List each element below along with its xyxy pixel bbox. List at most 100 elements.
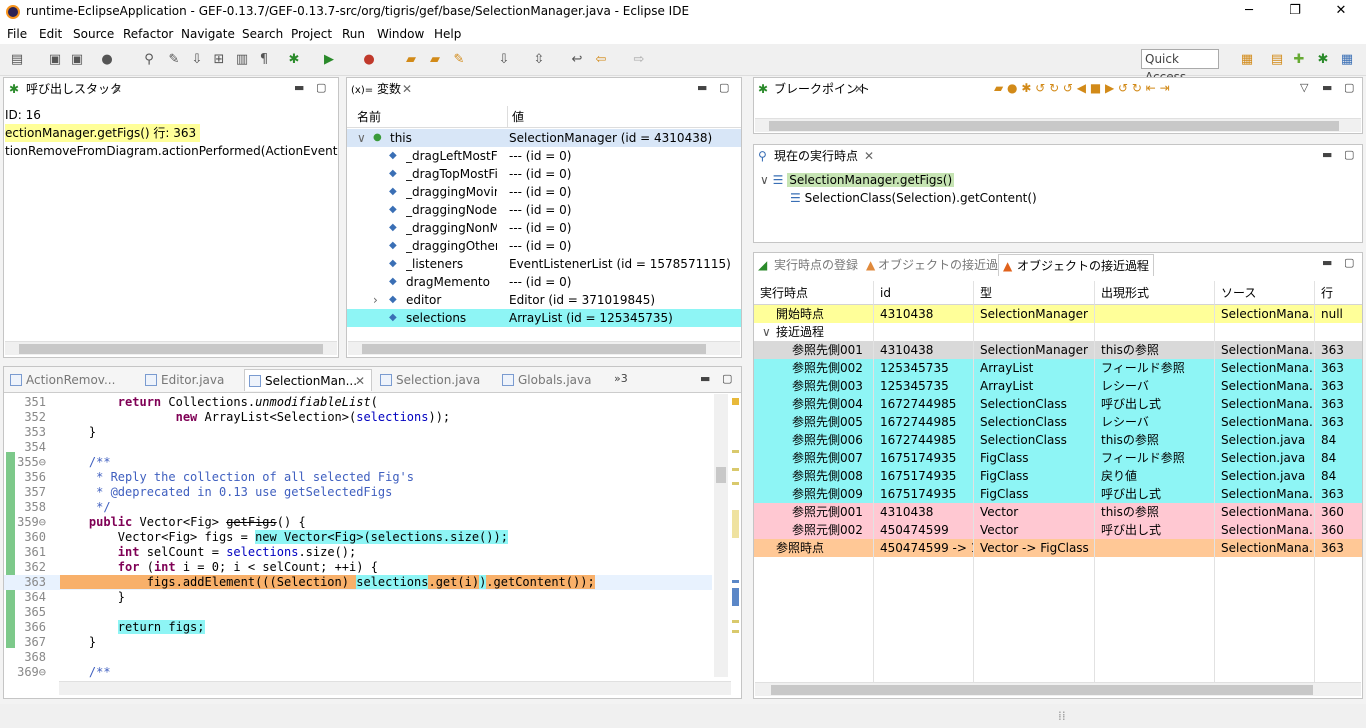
close-tab-icon[interactable]: ✕ [1135, 255, 1145, 277]
col-exec-point[interactable]: 実行時点 [754, 281, 874, 305]
open-type-icon[interactable]: ✎ [450, 51, 468, 69]
maximize-button[interactable]: ❐ [1272, 0, 1318, 24]
tab-object-approach-1[interactable]: ▲ オブジェクトの接近過程 [864, 254, 1010, 276]
run-icon[interactable]: ▶ [320, 51, 338, 69]
maximize-view-icon[interactable]: ▢ [316, 81, 326, 94]
close-tab-icon[interactable]: ✕ [854, 78, 864, 100]
quick-access-input[interactable]: Quick Access [1141, 49, 1219, 84]
menu-file[interactable]: File [7, 25, 27, 43]
table-row[interactable]: 参照先側003 125345735 ArrayList レシーバ SelectionMa… [754, 377, 1362, 395]
java-perspective-icon[interactable]: ▤ [1268, 51, 1286, 69]
table-row[interactable]: 参照先側006 1672744985 SelectionClass thisの参照 Se… [754, 431, 1362, 449]
perspective-icon[interactable]: ● [98, 51, 116, 69]
prev-edit-icon[interactable]: ⇳ [530, 51, 548, 69]
horizontal-scrollbar[interactable] [348, 341, 740, 355]
code-line[interactable]: 353 } [4, 425, 712, 440]
vertical-scrollbar[interactable] [714, 394, 728, 677]
next-annotation-icon[interactable]: ⇩ [188, 51, 206, 69]
editor-tab[interactable]: ActionRemov... [6, 369, 115, 391]
save-all-icon[interactable]: ▣ [68, 51, 86, 69]
col-form[interactable]: 出現形式 [1095, 281, 1215, 305]
tab-register-point[interactable]: ◢ 実行時点の登録 [754, 254, 858, 276]
table-row[interactable]: 参照先側001 4310438 SelectionManager thisの参照 Sel… [754, 341, 1362, 359]
variable-row[interactable]: › ◆ editor Editor (id = 371019845) [347, 291, 741, 309]
close-tab-icon[interactable]: ✕ [355, 370, 365, 392]
variable-row[interactable]: ◆ _draggingMovingI --- (id = 0) [347, 183, 741, 201]
code-line[interactable]: 354 [4, 440, 712, 455]
code-line[interactable]: 351 return Collections.unmodifiableList( [4, 395, 712, 410]
maximize-view-icon[interactable]: ▢ [1344, 81, 1354, 94]
code-line[interactable]: 369⊖ /** [4, 665, 712, 680]
maximize-view-icon[interactable]: ▢ [719, 81, 729, 94]
code-line[interactable]: 368 [4, 650, 712, 665]
callstack-row[interactable]: ectionManager.getFigs() 行: 363 [5, 124, 201, 142]
code-line[interactable]: 365 [4, 605, 712, 620]
edit-icon[interactable]: ✎ [165, 51, 183, 69]
variables-tab[interactable]: (x)= 変数 ✕ [347, 78, 419, 100]
table-row[interactable]: 参照先側005 1672744985 SelectionClass レシーバ Selec… [754, 413, 1362, 431]
menu-project[interactable]: Project [291, 25, 332, 43]
toggle-icon[interactable]: ⊞ [210, 51, 228, 69]
menu-edit[interactable]: Edit [39, 25, 62, 43]
block-icon[interactable]: ▥ [233, 51, 251, 69]
table-row[interactable]: 参照時点450474599 -> 1...Vector -> FigClass S… [754, 539, 1362, 557]
code-line[interactable]: 363 figs.addElement(((Selection) selecti… [4, 575, 712, 590]
menu-search[interactable]: Search [242, 25, 283, 43]
menu-window[interactable]: Window [377, 25, 424, 43]
callstack-row[interactable]: tionRemoveFromDiagram.actionPerformed(Ac… [5, 142, 338, 160]
variable-row[interactable]: ◆ _dragTopMostFig --- (id = 0) [347, 165, 741, 183]
maximize-view-icon[interactable]: ▢ [722, 372, 732, 385]
plugin-perspective-icon[interactable]: ✚ [1290, 51, 1308, 69]
minimize-button[interactable]: ─ [1226, 0, 1272, 24]
table-row[interactable]: 接近過程 ∨ [754, 323, 1362, 341]
open-folder-icon[interactable]: ▰ [426, 51, 444, 69]
variable-row[interactable]: ◆ _draggingNonMov --- (id = 0) [347, 219, 741, 237]
minimize-view-icon[interactable]: ▬ [700, 372, 710, 385]
table-row[interactable]: 開始時点 4310438 SelectionManager SelectionMana… [754, 305, 1362, 323]
menu-navigate[interactable]: Navigate [181, 25, 235, 43]
menu-run[interactable]: Run [342, 25, 365, 43]
code-line[interactable]: 355⊖ /** [4, 455, 712, 470]
expand-arrow-icon[interactable]: ∨ [357, 129, 366, 147]
code-line[interactable]: 357 * @deprecated in 0.13 use getSelecte… [4, 485, 712, 500]
table-row[interactable]: 参照先側009 1675174935 FigClass 呼び出し式 SelectionM… [754, 485, 1362, 503]
code-line[interactable]: 362 for (int i = 0; i < selCount; ++i) { [4, 560, 712, 575]
close-button[interactable]: ✕ [1318, 0, 1364, 24]
menu-source[interactable]: Source [73, 25, 114, 43]
editor-tab-active[interactable]: SelectionMan... ✕ [244, 369, 372, 391]
editor-tab[interactable]: Globals.java [498, 369, 592, 391]
minimize-view-icon[interactable]: ▬ [294, 81, 304, 94]
callstack-tab[interactable]: ✱ 呼び出しスタック ✕ [4, 78, 134, 100]
bp-toolbar-icons[interactable]: ▰ ● ✱ ↺ ↻ ↺ ◀ ■ ▶ ↺ ↻ ⇤ ⇥ [994, 81, 1170, 95]
expand-arrow-icon[interactable]: › [373, 291, 378, 309]
debug-icon[interactable]: ✱ [285, 51, 303, 69]
horizontal-scrollbar[interactable] [755, 682, 1361, 696]
variable-row[interactable]: ◆ _draggingOthers --- (id = 0) [347, 237, 741, 255]
code-line[interactable]: 367 } [4, 635, 712, 650]
minimize-view-icon[interactable]: ▬ [1322, 81, 1332, 94]
minimize-view-icon[interactable]: ▬ [1322, 256, 1332, 269]
variable-row[interactable]: ◆ _draggingNodes --- (id = 0) [347, 201, 741, 219]
variable-row[interactable]: ◆ _dragLeftMostFig --- (id = 0) [347, 147, 741, 165]
tree-row[interactable]: ☰ SelectionClass(Selection).getContent() [790, 189, 1037, 207]
col-value[interactable]: 値 [507, 106, 524, 128]
new-package-icon[interactable]: ▰ [402, 51, 420, 69]
minimize-view-icon[interactable]: ▬ [697, 81, 707, 94]
new-icon[interactable]: ▤ [8, 51, 26, 69]
pilcrow-icon[interactable]: ¶ [255, 51, 273, 69]
table-row[interactable]: 参照元側001 4310438 Vector thisの参照 SelectionMana… [754, 503, 1362, 521]
col-type[interactable]: 型 [974, 281, 1095, 305]
col-name[interactable]: 名前 [357, 106, 381, 128]
col-id[interactable]: id [874, 281, 974, 305]
menu-help[interactable]: Help [434, 25, 461, 43]
table-row[interactable]: 参照先側002 125345735 ArrayList フィールド参照 Selectio… [754, 359, 1362, 377]
open-perspective-icon[interactable]: ▦ [1238, 51, 1256, 69]
code-line[interactable]: 364 } [4, 590, 712, 605]
editor-tab[interactable]: Editor.java [141, 369, 224, 391]
minimize-view-icon[interactable]: ▬ [1322, 148, 1332, 161]
next-edit-icon[interactable]: ⇩ [495, 51, 513, 69]
tab-object-approach-2[interactable]: ▲ オブジェクトの接近過程 ✕ [998, 254, 1154, 276]
variable-row[interactable]: ◆ dragMemento --- (id = 0) [347, 273, 741, 291]
last-edit-icon[interactable]: ↩ [568, 51, 586, 69]
table-row[interactable]: 参照先側008 1675174935 FigClass 戻り値 Selection.ja… [754, 467, 1362, 485]
